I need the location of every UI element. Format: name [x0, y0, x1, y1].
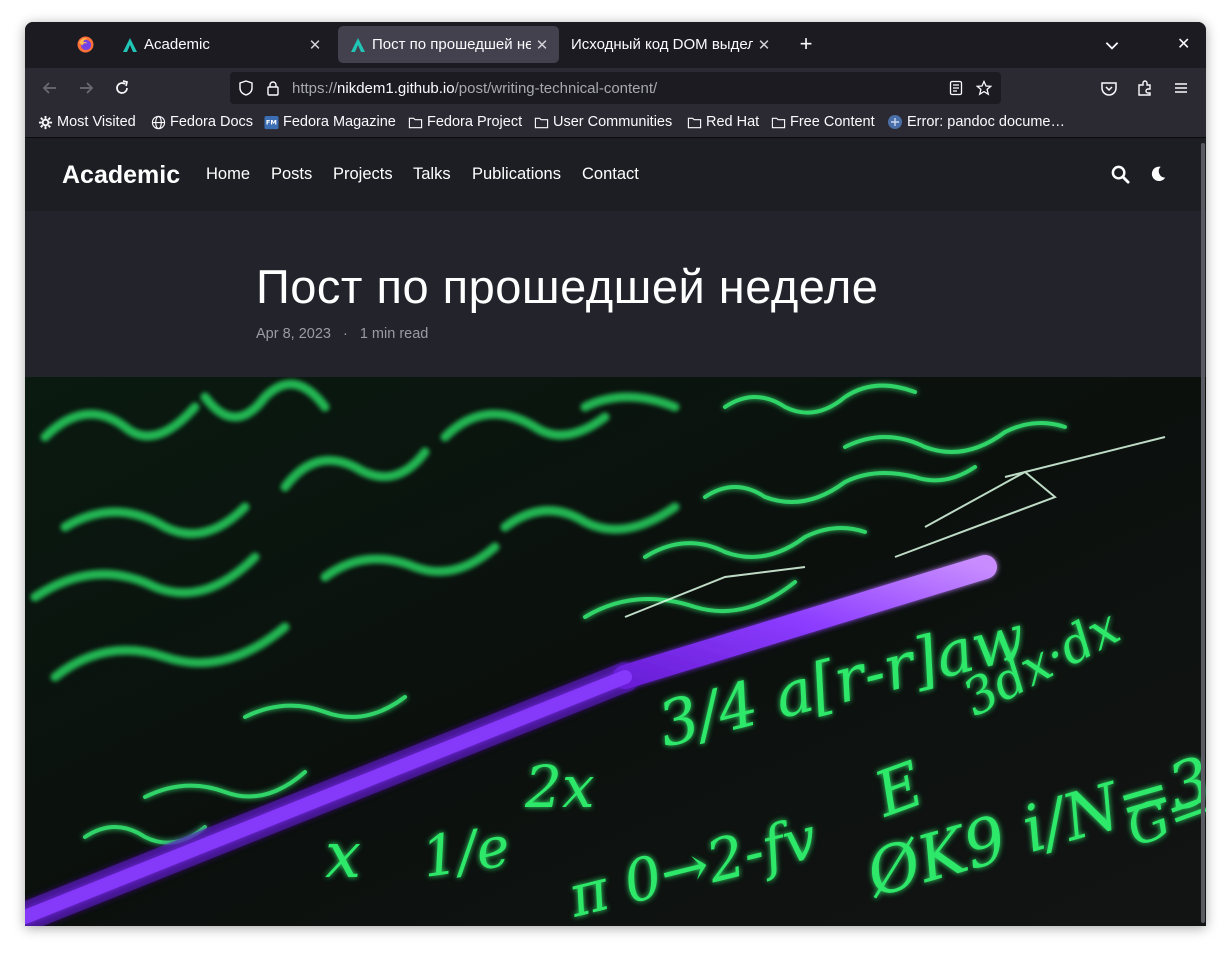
academic-logo-icon — [351, 37, 365, 52]
article-title: Пост по прошедшей неделе — [256, 260, 879, 313]
bookmark-star-icon[interactable] — [976, 80, 992, 96]
page-scrollbar[interactable] — [1201, 143, 1205, 923]
url-text[interactable]: https://nikdem1.github.io/post/writing-t… — [292, 80, 657, 97]
url-host: nikdem1.github.io — [337, 80, 455, 97]
chevron-down-icon[interactable] — [1103, 36, 1121, 54]
url-path: /post/writing-technical-content/ — [454, 80, 658, 97]
bookmark-folder-free-content[interactable]: Free Content — [771, 114, 875, 130]
tab-academic[interactable]: Academic ✕ — [110, 26, 332, 63]
tab-title: Исходный код DOM выделения — [571, 36, 753, 53]
site-navbar: Academic Home Posts Projects Talks Publi… — [25, 139, 1206, 211]
reader-view-icon[interactable] — [948, 80, 964, 96]
page-viewport: Academic Home Posts Projects Talks Publi… — [25, 139, 1206, 926]
bookmark-folder-user-communities[interactable]: User Communities — [534, 114, 672, 130]
academic-logo-icon — [123, 37, 137, 52]
tab-dom-source[interactable]: Исходный код DOM выделения ✕ — [559, 26, 781, 63]
hero-formula: 1/e — [418, 814, 514, 891]
shield-icon[interactable] — [238, 80, 254, 96]
math-chalkboard-image: 2x 3/4 a[r-r]aw 3dx·dx E ØK9 i/N=3e π 0→… — [25, 377, 1206, 926]
browser-window: Academic ✕ Пост по прошедшей неделе ✕ Ис… — [25, 22, 1206, 926]
bookmark-fedora-magazine[interactable]: FM Fedora Magazine — [264, 114, 396, 130]
nav-link-publications[interactable]: Publications — [472, 165, 561, 184]
nav-link-talks[interactable]: Talks — [413, 165, 451, 184]
article-header: Пост по прошедшей неделе Apr 8, 2023 · 1 m… — [25, 211, 1206, 377]
pocket-icon[interactable] — [1099, 78, 1119, 98]
bookmark-fedora-docs[interactable]: Fedora Docs — [151, 114, 253, 130]
fm-icon: FM — [264, 115, 279, 129]
nav-link-home[interactable]: Home — [206, 165, 250, 184]
featured-image: 2x 3/4 a[r-r]aw 3dx·dx E ØK9 i/N=3e π 0→… — [25, 377, 1206, 926]
close-tab-icon[interactable]: ✕ — [753, 36, 775, 54]
back-arrow-icon[interactable] — [40, 78, 60, 98]
tab-title: Academic — [144, 36, 210, 53]
bookmark-label: User Communities — [553, 114, 673, 130]
reload-icon[interactable] — [112, 78, 132, 98]
tab-strip: Academic ✕ Пост по прошедшей неделе ✕ Ис… — [25, 22, 1206, 68]
hero-formula: 2x — [524, 753, 595, 821]
bookmark-label: Fedora Project — [427, 114, 523, 130]
folder-icon — [687, 117, 702, 128]
reading-time: 1 min read — [359, 326, 429, 342]
site-brand[interactable]: Academic — [62, 161, 180, 190]
bookmark-label: Fedora Magazine — [283, 114, 396, 130]
folder-icon — [771, 117, 786, 128]
bookmark-pandoc-error[interactable]: Error: pandoc docume… — [887, 114, 1065, 130]
meta-separator: · — [342, 326, 348, 342]
bookmarks-toolbar: Most Visited Fedora Docs FM Fedora Magaz… — [25, 108, 1206, 138]
close-tab-icon[interactable]: ✕ — [531, 36, 553, 54]
navigation-toolbar: https://nikdem1.github.io/post/writing-t… — [25, 68, 1206, 108]
window-close-button[interactable]: ✕ — [1177, 34, 1190, 54]
page-icon — [888, 115, 902, 129]
firefox-icon[interactable] — [77, 36, 94, 53]
forward-arrow-icon[interactable] — [76, 78, 96, 98]
bookmark-most-visited[interactable]: Most Visited — [38, 114, 136, 130]
bookmark-label: Red Hat — [706, 114, 760, 130]
search-icon[interactable] — [1111, 165, 1130, 184]
bookmark-folder-fedora-project[interactable]: Fedora Project — [408, 114, 522, 130]
close-tab-icon[interactable]: ✕ — [304, 36, 326, 54]
extensions-icon[interactable] — [1135, 78, 1155, 98]
bookmark-label: Fedora Docs — [170, 114, 254, 130]
article-date: Apr 8, 2023 — [256, 326, 331, 342]
hamburger-menu-icon[interactable] — [1171, 78, 1191, 98]
svg-text:FM: FM — [266, 118, 277, 126]
nav-link-projects[interactable]: Projects — [333, 165, 393, 184]
gear-icon — [38, 115, 53, 129]
lock-icon[interactable] — [265, 80, 281, 96]
folder-icon — [534, 117, 549, 128]
article-meta: Apr 8, 2023 · 1 min read — [256, 326, 428, 342]
bookmark-label: Error: pandoc docume… — [907, 114, 1065, 130]
nav-link-posts[interactable]: Posts — [271, 165, 312, 184]
folder-icon — [408, 117, 423, 128]
tab-post[interactable]: Пост по прошедшей неделе ✕ — [338, 26, 559, 63]
bookmark-label: Free Content — [790, 114, 875, 130]
url-bar[interactable]: https://nikdem1.github.io/post/writing-t… — [230, 72, 1001, 104]
nav-link-contact[interactable]: Contact — [582, 165, 639, 184]
bookmark-folder-red-hat[interactable]: Red Hat — [687, 114, 759, 130]
bookmark-label: Most Visited — [57, 114, 136, 130]
url-scheme: https:// — [292, 80, 338, 97]
new-tab-button[interactable]: + — [795, 33, 817, 56]
tab-title: Пост по прошедшей неделе — [372, 36, 531, 53]
hero-formula: x — [325, 819, 361, 893]
moon-icon[interactable] — [1149, 165, 1167, 183]
globe-icon — [151, 115, 166, 129]
